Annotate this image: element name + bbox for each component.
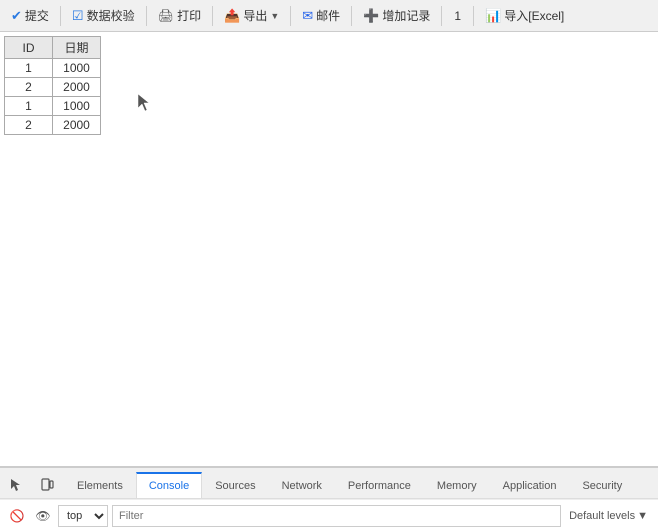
separator-6 bbox=[441, 6, 442, 26]
separator-2 bbox=[146, 6, 147, 26]
print-button[interactable]: 🖨 打印 bbox=[151, 4, 209, 27]
validate-button[interactable]: ☑ 数据校验 bbox=[65, 4, 142, 27]
export-icon: 📤 bbox=[224, 8, 240, 24]
devtools-tab-elements[interactable]: Elements bbox=[64, 472, 136, 498]
devtools-tab-sources[interactable]: Sources bbox=[202, 472, 268, 498]
validate-icon: ☑ bbox=[72, 8, 84, 24]
page-number: 1 bbox=[446, 9, 469, 23]
devtools-tab-bar: ElementsConsoleSourcesNetworkPerformance… bbox=[0, 468, 658, 499]
table-row: 22000 bbox=[5, 116, 101, 135]
import-label: 导入[Excel] bbox=[504, 7, 564, 24]
export-label: 导出 bbox=[243, 7, 267, 24]
separator-7 bbox=[473, 6, 474, 26]
email-label: 邮件 bbox=[316, 7, 340, 24]
validate-label: 数据校验 bbox=[87, 7, 135, 24]
submit-icon: ✔ bbox=[11, 8, 22, 24]
main-content: ID日期 11000220001100022000 bbox=[0, 32, 658, 466]
default-levels-arrow: ▼ bbox=[637, 510, 648, 522]
import-icon: 📊 bbox=[485, 8, 501, 24]
console-clear-button[interactable]: 🚫 bbox=[6, 505, 28, 527]
email-button[interactable]: ✉ 邮件 bbox=[295, 4, 347, 27]
export-dropdown-arrow: ▼ bbox=[270, 11, 279, 21]
filter-input[interactable] bbox=[112, 505, 561, 527]
default-levels-button[interactable]: Default levels ▼ bbox=[565, 505, 652, 527]
email-icon: ✉ bbox=[302, 8, 313, 24]
col-header: ID bbox=[5, 37, 53, 59]
devtools-cursor-icon[interactable] bbox=[4, 472, 30, 498]
table-cell: 1 bbox=[5, 97, 53, 116]
separator-3 bbox=[212, 6, 213, 26]
add-icon: ➕ bbox=[363, 8, 379, 24]
table-cell: 1 bbox=[5, 59, 53, 78]
devtools-tab-console[interactable]: Console bbox=[136, 472, 202, 498]
devtools-tab-list: ElementsConsoleSourcesNetworkPerformance… bbox=[64, 472, 635, 498]
separator-4 bbox=[290, 6, 291, 26]
table-cell: 1000 bbox=[53, 97, 101, 116]
context-selector[interactable]: top bbox=[58, 505, 108, 527]
table-body: 11000220001100022000 bbox=[5, 59, 101, 135]
cursor-pointer bbox=[138, 94, 152, 112]
toolbar: ✔ 提交 ☑ 数据校验 🖨 打印 📤 导出 ▼ ✉ 邮件 ➕ 增加记录 1 📊 … bbox=[0, 0, 658, 32]
devtools-tab-security[interactable]: Security bbox=[569, 472, 635, 498]
default-levels-label: Default levels bbox=[569, 510, 635, 522]
table-row: 11000 bbox=[5, 97, 101, 116]
devtools-device-icon[interactable] bbox=[34, 472, 60, 498]
col-header: 日期 bbox=[53, 37, 101, 59]
separator-1 bbox=[60, 6, 61, 26]
table-row: 11000 bbox=[5, 59, 101, 78]
export-button[interactable]: 📤 导出 ▼ bbox=[217, 4, 286, 27]
console-eye-button[interactable]: 👁 bbox=[32, 505, 54, 527]
add-record-button[interactable]: ➕ 增加记录 bbox=[356, 4, 437, 27]
devtools-tab-network[interactable]: Network bbox=[269, 472, 335, 498]
table-cell: 2000 bbox=[53, 78, 101, 97]
table-cell: 2 bbox=[5, 78, 53, 97]
add-label: 增加记录 bbox=[382, 7, 430, 24]
devtools-tab-memory[interactable]: Memory bbox=[424, 472, 490, 498]
devtools-panel: ElementsConsoleSourcesNetworkPerformance… bbox=[0, 466, 658, 532]
separator-5 bbox=[351, 6, 352, 26]
devtools-tab-application[interactable]: Application bbox=[490, 472, 570, 498]
devtools-tab-performance[interactable]: Performance bbox=[335, 472, 424, 498]
import-excel-button[interactable]: 📊 导入[Excel] bbox=[478, 4, 571, 27]
submit-button[interactable]: ✔ 提交 bbox=[4, 4, 56, 27]
data-table: ID日期 11000220001100022000 bbox=[4, 36, 101, 135]
table-cell: 2000 bbox=[53, 116, 101, 135]
print-icon: 🖨 bbox=[158, 8, 175, 24]
table-cell: 2 bbox=[5, 116, 53, 135]
submit-label: 提交 bbox=[25, 7, 49, 24]
devtools-console-bar: 🚫 👁 top Default levels ▼ bbox=[0, 499, 658, 532]
table-row: 22000 bbox=[5, 78, 101, 97]
print-label: 打印 bbox=[177, 7, 201, 24]
table-cell: 1000 bbox=[53, 59, 101, 78]
